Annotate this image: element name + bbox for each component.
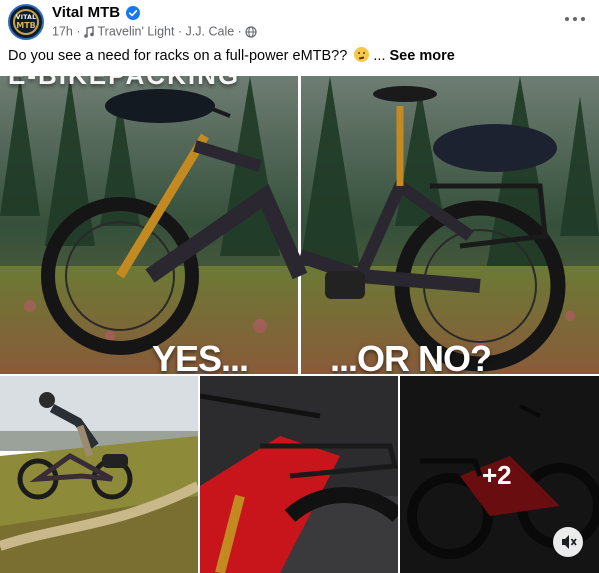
verified-badge-icon xyxy=(126,6,140,20)
caption-ellipsis: ... xyxy=(373,48,386,64)
thinking-face-icon xyxy=(354,47,370,62)
muted-speaker-icon xyxy=(562,535,577,549)
unmute-button[interactable] xyxy=(553,527,583,557)
more-photos-count: +2 xyxy=(482,460,512,490)
caption-text: Do you see a need for racks on a full-po… xyxy=(8,48,348,64)
meta-separator-2: · xyxy=(237,24,242,39)
dot-icon xyxy=(565,17,569,21)
overlay-yes-text: YES... xyxy=(152,338,249,374)
red-bike-photo-art xyxy=(200,376,398,573)
dot-icon xyxy=(581,17,585,21)
see-more-link[interactable]: See more xyxy=(390,48,455,64)
photo-gallery: E-BIKEPACKING YES... ...OR NO? xyxy=(0,76,599,573)
page-name-link[interactable]: Vital MTB xyxy=(52,4,120,21)
post-meta: 17h · Travelin' Light · J.J. Cale · xyxy=(52,24,257,39)
overlay-or-no-text: ...OR NO? xyxy=(330,338,492,374)
banner-text: E-BIKEPACKING xyxy=(8,76,240,91)
avatar-logo-top: VITAL xyxy=(15,14,37,21)
avatar-logo-bottom: MTB xyxy=(16,21,36,30)
post-caption: Do you see a need for racks on a full-po… xyxy=(8,47,455,64)
page-avatar[interactable]: VITAL MTB xyxy=(8,4,44,40)
post-options-button[interactable] xyxy=(563,8,587,28)
photo-red-bike-rack[interactable] xyxy=(200,376,398,573)
globe-icon[interactable] xyxy=(245,26,257,38)
main-photo-yes-or-no[interactable]: E-BIKEPACKING YES... ...OR NO? xyxy=(0,76,599,374)
music-track[interactable]: Travelin' Light · J.J. Cale xyxy=(97,25,234,39)
rider-photo-art xyxy=(0,376,198,573)
music-note-icon xyxy=(84,25,94,38)
photo-more-plus-two[interactable]: +2 xyxy=(400,376,599,573)
main-photo-art xyxy=(0,76,599,374)
meta-separator: · xyxy=(76,24,81,39)
post-timestamp[interactable]: 17h xyxy=(52,25,73,39)
post-header: VITAL MTB Vital MTB 17h · Travelin' Ligh… xyxy=(0,0,599,40)
photo-rider-jump[interactable] xyxy=(0,376,198,573)
dot-icon xyxy=(573,17,577,21)
